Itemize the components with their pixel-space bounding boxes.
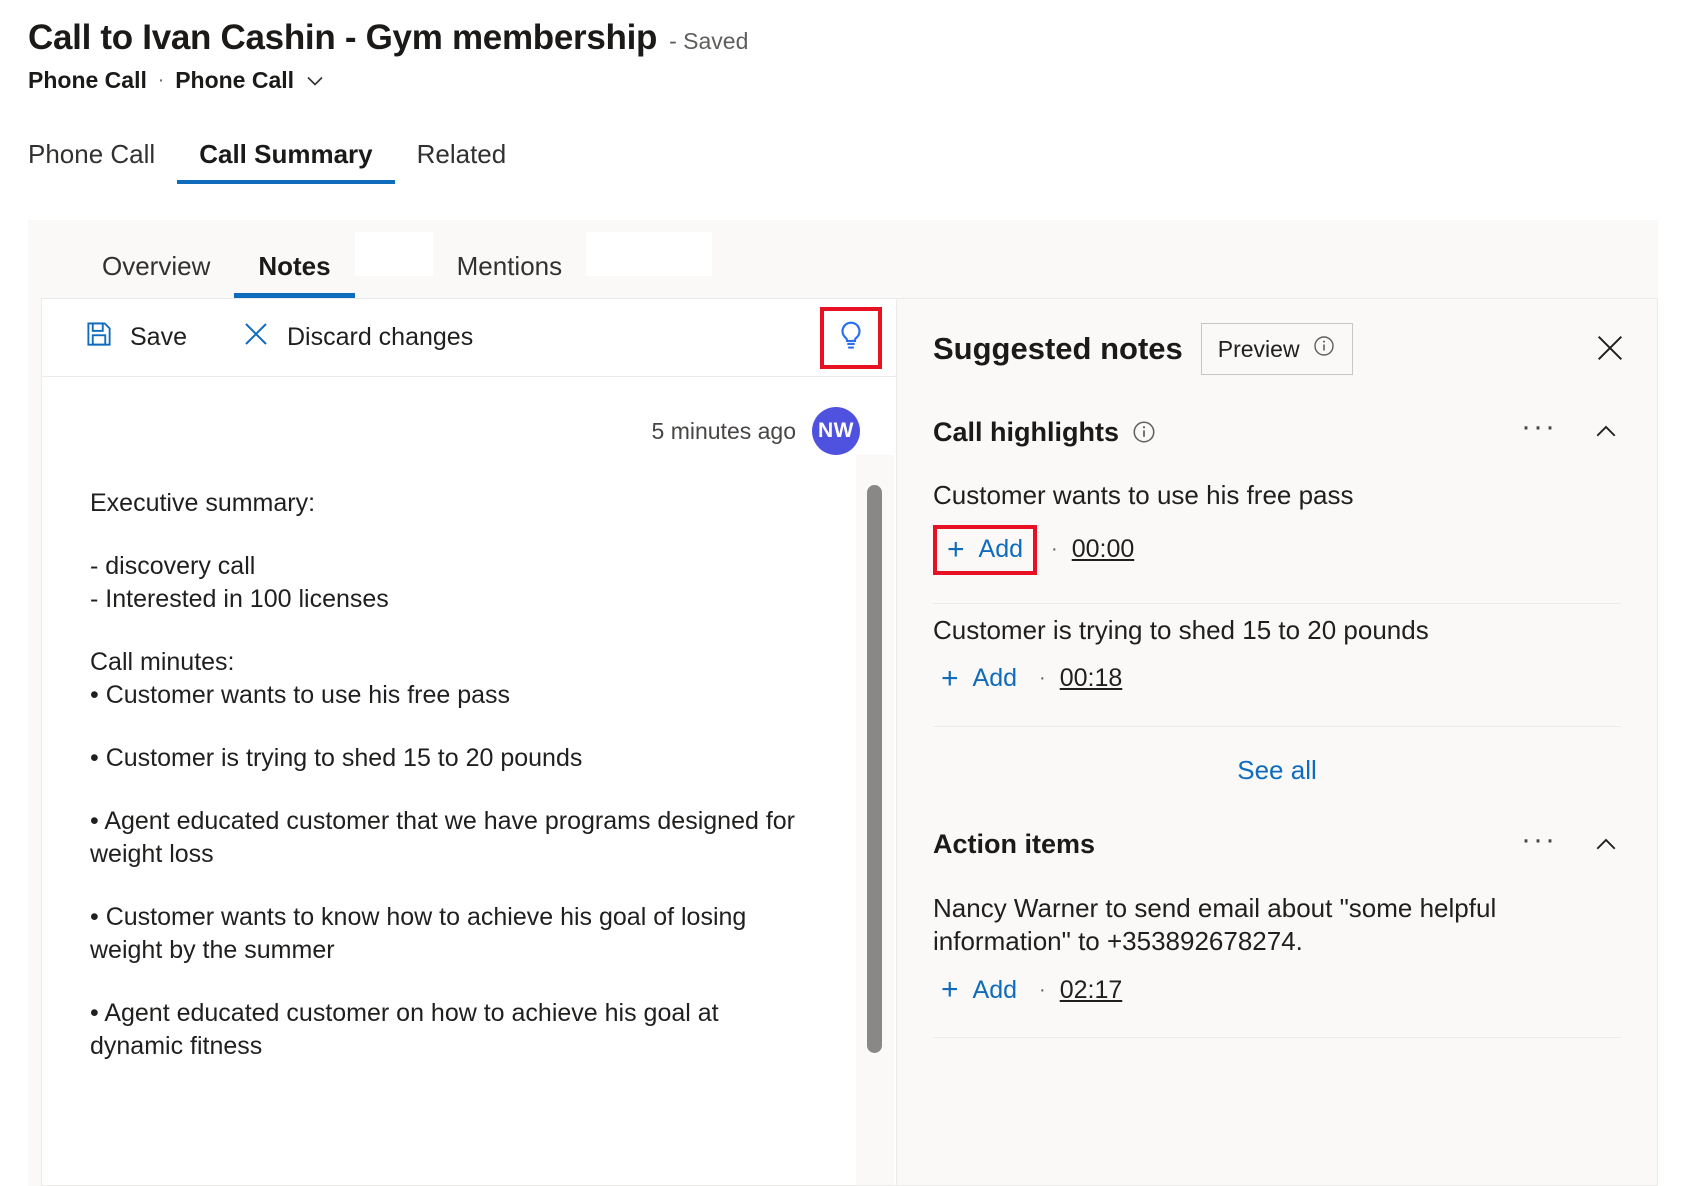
info-circle-icon[interactable] bbox=[1131, 419, 1157, 445]
suggestion-text: Customer is trying to shed 15 to 20 poun… bbox=[933, 614, 1621, 648]
breadcrumb: Phone Call · Phone Call bbox=[28, 67, 1686, 94]
suggestion-item: Customer wants to use his free pass + Ad… bbox=[933, 469, 1621, 589]
section-actions: ··· bbox=[1521, 417, 1621, 447]
chevron-up-icon[interactable] bbox=[1591, 417, 1621, 447]
page-header: Call to Ivan Cashin - Gym membership - S… bbox=[0, 0, 1686, 94]
notes-card: Save Discard changes bbox=[41, 298, 896, 1186]
add-button-label: Add bbox=[979, 535, 1023, 564]
suggested-notes-header: Suggested notes Preview bbox=[933, 299, 1621, 395]
plus-icon: + bbox=[947, 535, 965, 565]
divider bbox=[933, 1037, 1621, 1038]
action-separator: · bbox=[1039, 979, 1046, 1002]
call-summary-section: Overview Notes Mentions Save bbox=[28, 220, 1658, 1186]
section-title: Action items bbox=[933, 829, 1095, 860]
saved-state-label: - Saved bbox=[669, 28, 748, 55]
main-tab-bar: Phone Call Call Summary Related bbox=[0, 128, 1686, 184]
section-actions: ··· bbox=[1521, 830, 1621, 860]
suggestion-text: Customer wants to use his free pass bbox=[933, 479, 1621, 513]
plus-icon: + bbox=[941, 975, 959, 1005]
tab-call-summary[interactable]: Call Summary bbox=[177, 139, 394, 184]
action-separator: · bbox=[1051, 538, 1058, 561]
suggestion-actions: + Add · 02:17 bbox=[933, 971, 1621, 1009]
see-all-link[interactable]: See all bbox=[1237, 755, 1317, 786]
timecode-link[interactable]: 00:00 bbox=[1072, 535, 1135, 564]
suggestion-actions: + Add · 00:00 bbox=[933, 525, 1621, 575]
chevron-down-icon[interactable] bbox=[304, 70, 326, 92]
note-line: • Customer is trying to shed 15 to 20 po… bbox=[90, 742, 816, 775]
section-header-call-highlights: Call highlights ··· bbox=[933, 395, 1621, 469]
close-x-icon bbox=[241, 319, 271, 356]
page-title: Call to Ivan Cashin - Gym membership bbox=[28, 18, 657, 58]
redaction-box-left bbox=[355, 232, 433, 276]
subtab-mentions[interactable]: Mentions bbox=[433, 251, 587, 298]
subtab-notes[interactable]: Notes bbox=[234, 251, 354, 298]
note-blank-line bbox=[90, 520, 816, 550]
add-button-label: Add bbox=[973, 664, 1017, 693]
sub-tab-bar: Overview Notes Mentions bbox=[28, 220, 1658, 298]
note-blank-line bbox=[90, 775, 816, 805]
suggestion-item: Nancy Warner to send email about "some h… bbox=[933, 882, 1621, 1024]
save-button[interactable]: Save bbox=[72, 313, 199, 362]
lightbulb-idea-icon bbox=[834, 319, 868, 358]
note-meta: 5 minutes ago NW bbox=[42, 377, 896, 455]
suggestion-text: Nancy Warner to send email about "some h… bbox=[933, 892, 1621, 960]
notes-toolbar: Save Discard changes bbox=[42, 299, 896, 377]
redaction-box-right bbox=[586, 232, 712, 276]
note-line: • Agent educated customer on how to achi… bbox=[90, 997, 816, 1063]
note-blank-line bbox=[90, 871, 816, 901]
ellipsis-more-icon[interactable]: ··· bbox=[1521, 418, 1557, 446]
suggestion-actions: + Add · 00:18 bbox=[933, 660, 1621, 698]
section-title: Call highlights bbox=[933, 417, 1119, 448]
breadcrumb-form: Phone Call bbox=[175, 67, 294, 94]
preview-badge-label: Preview bbox=[1218, 336, 1300, 363]
note-line: • Customer wants to use his free pass bbox=[90, 679, 816, 712]
plus-icon: + bbox=[941, 664, 959, 694]
notes-and-suggestions-row: Save Discard changes bbox=[41, 298, 1658, 1186]
chevron-up-icon[interactable] bbox=[1591, 830, 1621, 860]
scrollbar-thumb[interactable] bbox=[867, 485, 882, 1053]
tab-phone-call[interactable]: Phone Call bbox=[28, 139, 177, 184]
note-line: • Customer wants to know how to achieve … bbox=[90, 901, 816, 967]
tab-related[interactable]: Related bbox=[395, 139, 529, 184]
timecode-link[interactable]: 00:18 bbox=[1060, 664, 1123, 693]
avatar: NW bbox=[812, 407, 860, 455]
add-suggestion-button[interactable]: + Add bbox=[933, 525, 1037, 575]
add-button-label: Add bbox=[973, 976, 1017, 1005]
title-row: Call to Ivan Cashin - Gym membership - S… bbox=[28, 18, 1686, 58]
notes-scrollbar[interactable] bbox=[856, 455, 894, 1185]
timecode-link[interactable]: 02:17 bbox=[1060, 976, 1123, 1005]
suggested-notes-panel: Suggested notes Preview bbox=[896, 298, 1658, 1186]
discard-changes-button[interactable]: Discard changes bbox=[229, 313, 485, 362]
add-suggestion-button[interactable]: + Add bbox=[933, 971, 1025, 1009]
note-blank-line bbox=[90, 712, 816, 742]
note-blank-line bbox=[90, 616, 816, 646]
section-header-action-items: Action items ··· bbox=[933, 808, 1621, 882]
see-all-row: See all bbox=[933, 727, 1621, 808]
note-line: Call minutes: bbox=[90, 646, 816, 679]
note-line: - Interested in 100 licenses bbox=[90, 583, 816, 616]
note-text-editor[interactable]: Executive summary: - discovery call - In… bbox=[42, 455, 856, 1185]
note-timestamp: 5 minutes ago bbox=[652, 418, 796, 445]
note-line: - discovery call bbox=[90, 550, 816, 583]
note-line: • Agent educated customer that we have p… bbox=[90, 805, 816, 871]
info-circle-icon bbox=[1312, 334, 1336, 364]
suggested-notes-title: Suggested notes bbox=[933, 331, 1183, 367]
note-line: Executive summary: bbox=[90, 487, 816, 520]
breadcrumb-separator: · bbox=[158, 70, 164, 92]
preview-badge[interactable]: Preview bbox=[1201, 323, 1353, 375]
ellipsis-more-icon[interactable]: ··· bbox=[1521, 831, 1557, 859]
add-suggestion-button[interactable]: + Add bbox=[933, 660, 1025, 698]
close-panel-button[interactable] bbox=[1593, 331, 1627, 365]
note-body-wrap: Executive summary: - discovery call - In… bbox=[42, 455, 896, 1185]
action-separator: · bbox=[1039, 667, 1046, 690]
save-button-label: Save bbox=[130, 323, 187, 352]
suggestion-item: Customer is trying to shed 15 to 20 poun… bbox=[933, 604, 1621, 712]
note-blank-line bbox=[90, 967, 816, 997]
discard-changes-label: Discard changes bbox=[287, 323, 473, 352]
floppy-disk-save-icon bbox=[84, 319, 114, 356]
subtab-overview[interactable]: Overview bbox=[78, 251, 234, 298]
suggested-notes-toggle-button[interactable] bbox=[820, 307, 882, 369]
breadcrumb-entity: Phone Call bbox=[28, 67, 147, 94]
